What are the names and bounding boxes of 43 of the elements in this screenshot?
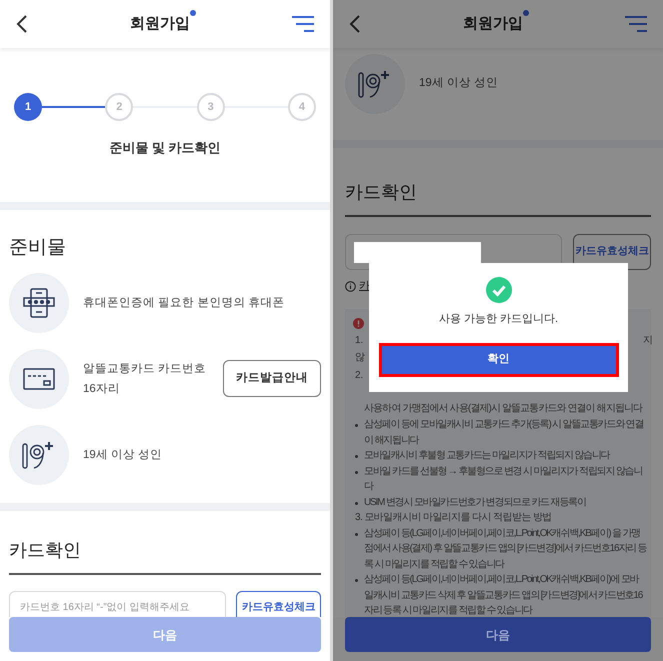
bullet-icon xyxy=(355,532,358,536)
step-connector xyxy=(42,106,106,108)
section-title: 카드확인 xyxy=(9,538,82,562)
bullet-icon xyxy=(355,502,358,504)
card-issue-guide-button[interactable]: 카드발급안내 xyxy=(223,360,321,397)
note-text: 사용하여 가맹점에서 사용(결제)시 알뜰교통카드와 연결이 해지됩니다 xyxy=(363,402,644,416)
bullet-icon xyxy=(355,579,358,582)
menu-icon[interactable] xyxy=(625,15,647,33)
alert-icon xyxy=(353,318,364,328)
note-text: 2. xyxy=(355,368,364,383)
note-text: 삼성페이 등에 모바일캐시비 교통카드 추가(등록) 시 알뜰교통카드와 연결이 해지됩니다 xyxy=(364,418,644,448)
note-text: 3. 모바일캐시비 마일리지를 다시 적립받는 방법 xyxy=(354,511,553,525)
requirement-text: 알뜰교통카드 카드번호 16자리 xyxy=(83,362,207,396)
confirm-button[interactable]: 확인 xyxy=(378,342,618,376)
info-icon xyxy=(345,280,356,292)
page-title: 회원가입 xyxy=(130,15,190,32)
note-text: 1. xyxy=(355,334,364,348)
page-title: 회원가입 xyxy=(463,15,523,32)
back-icon[interactable] xyxy=(349,14,361,34)
requirement-text: 19세 이상 성인 xyxy=(83,448,162,462)
note-text: 않 xyxy=(355,351,365,366)
step-caption: 준비물 및 카드확인 xyxy=(109,139,221,157)
next-button[interactable]: 다음 xyxy=(345,617,651,652)
bullet-icon xyxy=(355,470,358,474)
bullet-icon xyxy=(355,455,358,458)
note-text: USIM 변경시 모바일카드번호가 변경되므로 카드 재등록이 xyxy=(364,496,586,510)
section-title: 준비물 xyxy=(9,236,67,260)
card-number-field[interactable]: 카드번호 16자리 “-”없이 입력해주세요 xyxy=(9,590,226,618)
back-icon[interactable] xyxy=(16,14,28,34)
menu-icon[interactable] xyxy=(292,15,314,33)
note-text: 모바일 카드를 선불형 → 후불형으로 변경 시 마일리지가 적립되지 않습니다 xyxy=(364,464,644,494)
note-text: 삼성페이 등(LG페이,네이버페이,페이코,L.Point,OK캐쉬백,KB페이) 을 가맹점에서 사용(결제) 후 알뜰교통카드 앱의 [카드변경]에서 카드번호16자리 등록 시 마일리지를 적립할 수 있습니다 xyxy=(364,526,647,572)
check-icon xyxy=(486,277,512,303)
section-title: 카드확인 xyxy=(345,181,418,204)
requirement-text: 19세 이상 성인 xyxy=(419,76,498,92)
note-text: 삼성페이 등(LG페이,네이버페이,페이코,L.Point,OK캐쉬백,KB페이)에 모바일캐시비 교통카드 삭제 후 알뜰교통카드 앱의 [카드변경]에서 카드번호16자리 등록 시 마일리지를 적립할 수 있습니다 xyxy=(364,573,644,618)
card-guide-link[interactable]: 카 xyxy=(359,278,370,294)
requirement-text: 휴대폰인증에 필요한 본인명의 휴대폰 xyxy=(83,296,285,310)
card-number-field[interactable] xyxy=(345,234,562,270)
dialog-message: 사용 가능한 카드입니다. xyxy=(438,312,558,327)
bullet-icon xyxy=(355,424,358,427)
note-text: 모바일캐시비 후불형 교통카드는 마일리지가 적립되지 않습니다 xyxy=(364,449,610,463)
note-text: 지 xyxy=(643,334,653,348)
